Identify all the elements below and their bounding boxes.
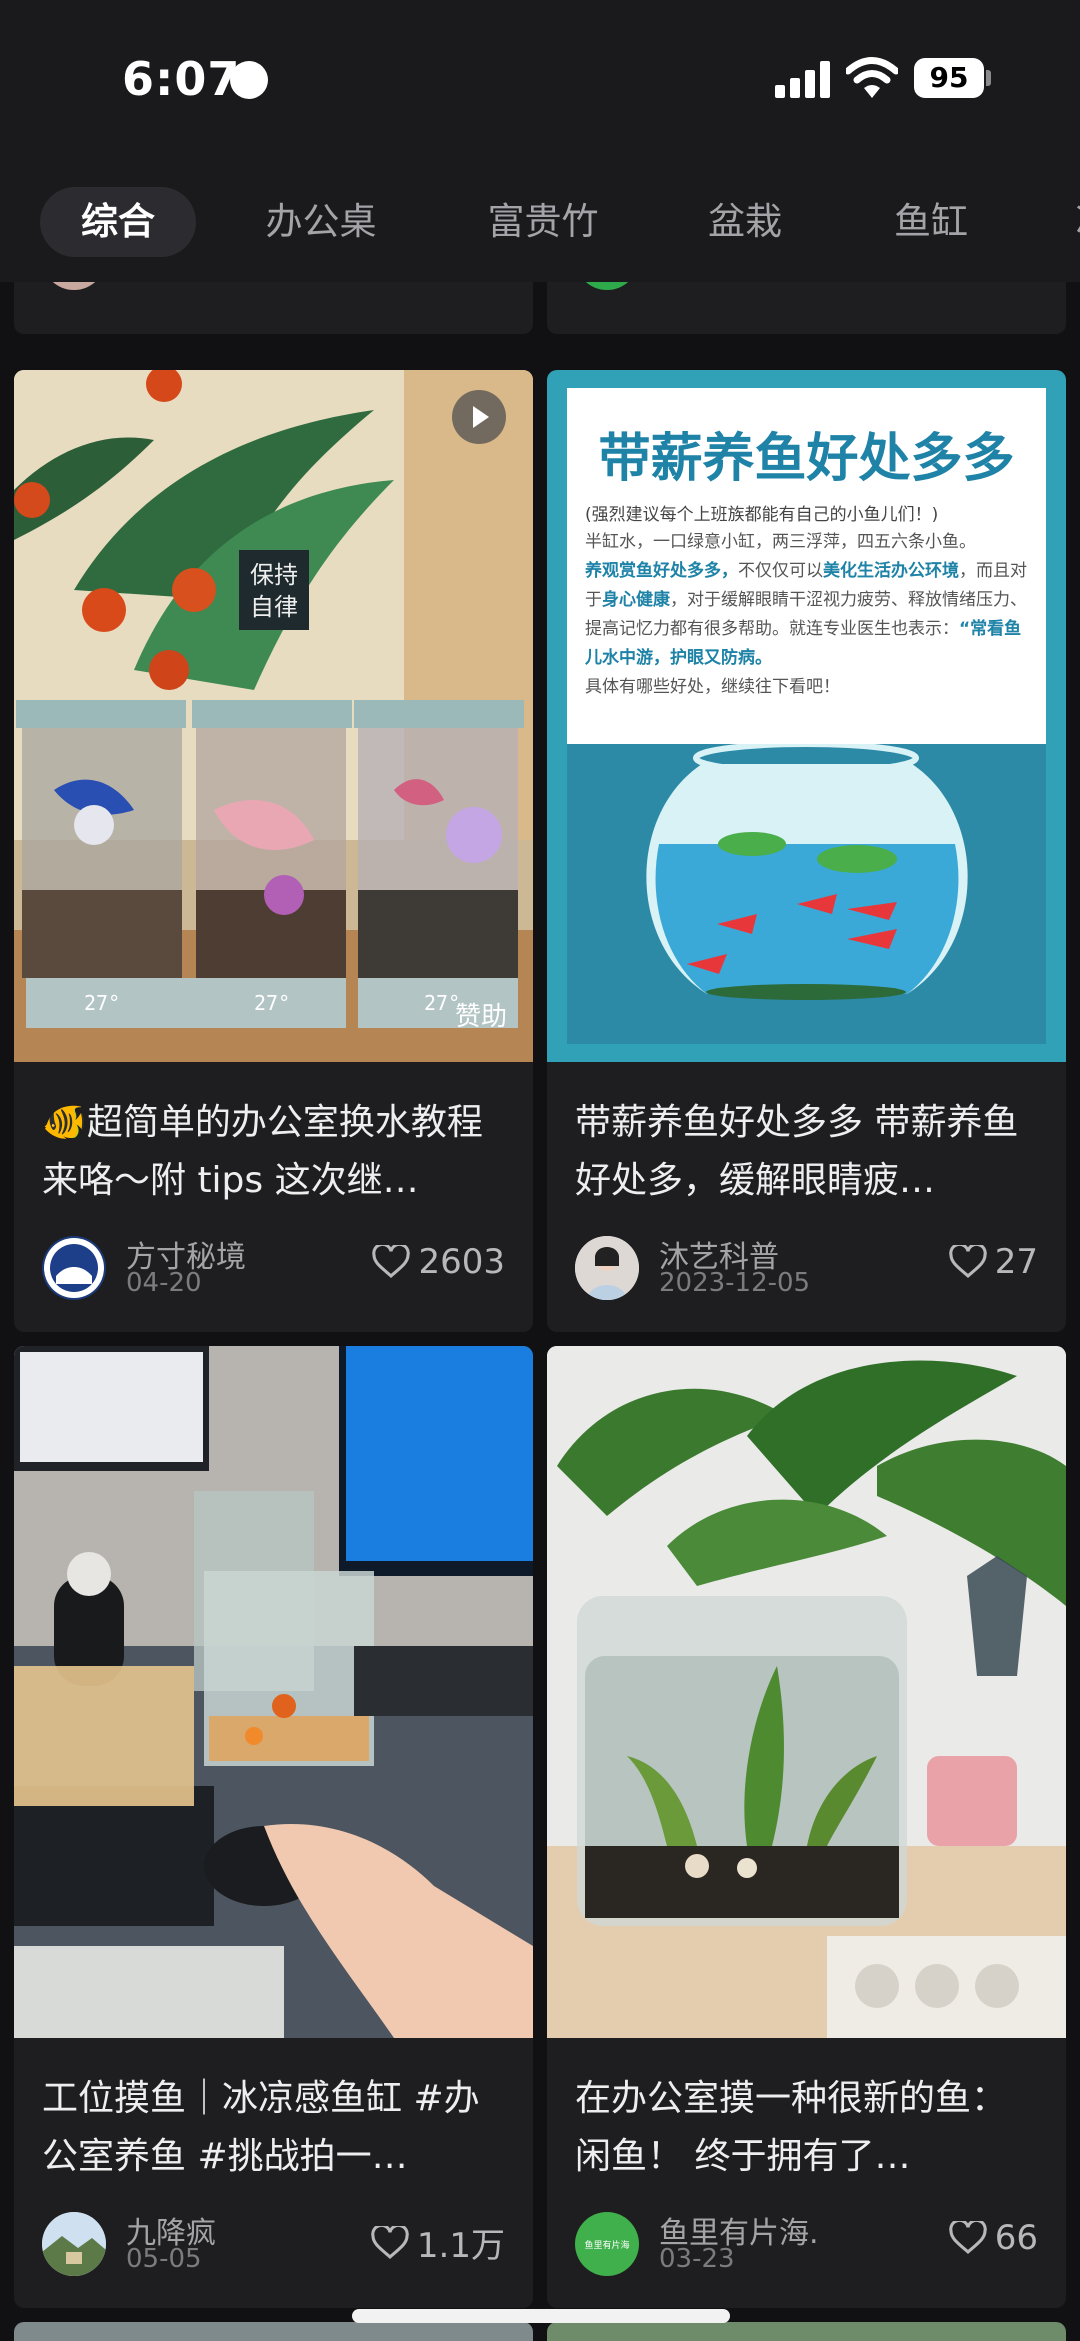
category-tab-bar: 综合 办公桌 富贵竹 盆栽 鱼缸 冰 [0, 160, 1080, 282]
note-cover-image[interactable] [547, 1346, 1066, 2038]
note-title[interactable]: 🐠超简单的办公室换水教程来咯～附 tips 这次继… [42, 1094, 505, 1210]
avatar-text: 鱼里有片海 [584, 2240, 630, 2251]
heart-icon [372, 1245, 411, 1278]
thermometer-left: 27° [84, 991, 120, 1015]
desk-fish-tank-photo [14, 1346, 533, 2038]
battery-icon: 95 [914, 58, 984, 98]
recording-dot-icon [230, 61, 268, 99]
like-count-value: 2603 [418, 1242, 505, 1282]
avatar[interactable] [42, 2212, 106, 2276]
note-card[interactable]: 在办公室摸一种很新的鱼：闲鱼！ 终于拥有了… 鱼里有片海 鱼里有片海. 03-2… [547, 1346, 1066, 2308]
tab-fish-tank[interactable]: 鱼缸 [876, 187, 986, 257]
note-card-next-left[interactable] [14, 2322, 533, 2341]
note-card[interactable]: 工位摸鱼｜冰凉感鱼缸 #办公室养鱼 #挑战拍一… 九降疯 05-05 1.1万 [14, 1346, 533, 2308]
avatar [42, 282, 106, 290]
sign-text-top: 保持 [250, 561, 298, 589]
battery-cap [986, 70, 991, 86]
note-card[interactable]: 带薪养鱼好处多多 (强烈建议每个上班族都能有自己的小鱼儿们！) 半缸水，一口绿意… [547, 370, 1066, 1332]
status-time: 6:07 [122, 52, 241, 106]
note-title[interactable]: 工位摸鱼｜冰凉感鱼缸 #办公室养鱼 #挑战拍一… [42, 2070, 505, 2186]
heart-icon [948, 2221, 987, 2254]
heart-icon [371, 2225, 409, 2259]
tab-lucky-bamboo[interactable]: 富贵竹 [468, 187, 618, 257]
sponsored-label: 赞助 [454, 1002, 507, 1032]
like-count-value: 27 [994, 1242, 1038, 1282]
video-play-icon[interactable] [452, 390, 506, 444]
note-card-partial-right[interactable]: 04-25 8110 [547, 282, 1066, 334]
note-date: 2023-12-05 [659, 1268, 811, 1298]
poster-emph-e: 身心健康 [602, 590, 670, 610]
like-count-value: 66 [994, 2218, 1038, 2258]
note-feed[interactable]: 04-14 15 04-25 8110 [0, 282, 1080, 2341]
poster-body: 半缸水，一口绿意小缸，两三浮萍，四五六条小鱼。 养观赏鱼好处多多，不仅仅可以美化… [585, 528, 1035, 702]
poster-emph-a: 养观赏鱼好处多多， [585, 561, 738, 581]
wifi-icon [846, 57, 898, 98]
fishbowl-illustration [567, 744, 1046, 1044]
tab-comprehensive[interactable]: 综合 [40, 187, 196, 257]
note-card-partial-left[interactable]: 04-14 15 [14, 282, 533, 334]
heart-icon [948, 1245, 987, 1278]
note-date: 04-20 [126, 1268, 202, 1298]
poster-paragraph: 养观赏鱼好处多多，不仅仅可以美化生活办公环境，而且对于身心健康，对于缓解眼睛干涩… [585, 557, 1035, 673]
poster-subhead: (强烈建议每个上班族都能有自己的小鱼儿们！) [585, 505, 939, 525]
note-card-next-right[interactable] [547, 2322, 1066, 2341]
avatar[interactable] [42, 1236, 106, 1300]
tank-left [16, 700, 196, 1028]
fish-tanks-photo: 保持 自律 27° 27° 27° [14, 370, 533, 1062]
home-indicator[interactable] [352, 2309, 730, 2323]
cellular-signal-icon [775, 60, 831, 98]
status-bar: 6:07 95 [0, 0, 1080, 160]
glass-tank-plant-photo [547, 1346, 1066, 2038]
thermometer-middle: 27° [254, 991, 290, 1015]
note-card[interactable]: 保持 自律 27° 27° 27° 赞助 🐠超简单的办公室换水教程来咯～附 ti… [14, 370, 533, 1332]
note-date: 03-23 [659, 2244, 735, 2274]
poster-line-1: 半缸水，一口绿意小缸，两三浮萍，四五六条小鱼。 [585, 532, 976, 552]
tank-middle [192, 700, 352, 1028]
like-count-value: 1.1万 [416, 2226, 505, 2266]
like-count[interactable]: 2603 [372, 1242, 505, 1282]
note-cover-image[interactable]: 带薪养鱼好处多多 (强烈建议每个上班族都能有自己的小鱼儿们！) 半缸水，一口绿意… [547, 370, 1066, 1062]
like-count[interactable]: 66 [948, 2218, 1038, 2258]
poster-panel: 带薪养鱼好处多多 (强烈建议每个上班族都能有自己的小鱼儿们！) 半缸水，一口绿意… [567, 388, 1046, 1044]
tab-potted-plant[interactable]: 盆栽 [690, 187, 800, 257]
sign-text-bottom: 自律 [250, 593, 298, 621]
tank-right [354, 700, 524, 1028]
poster-line-last: 具体有哪些好处，继续往下看吧！ [585, 677, 840, 697]
poster-headline: 带薪养鱼好处多多 [598, 429, 1015, 489]
tab-office-desk[interactable]: 办公桌 [246, 187, 396, 257]
note-cover-image[interactable]: 保持 自律 27° 27° 27° 赞助 [14, 370, 533, 1062]
like-count[interactable]: 1.1万 [371, 2218, 505, 2267]
avatar[interactable]: 鱼里有片海 [575, 2212, 639, 2276]
note-title[interactable]: 在办公室摸一种很新的鱼：闲鱼！ 终于拥有了… [575, 2070, 1038, 2186]
avatar[interactable] [575, 1236, 639, 1300]
poster-text-b: 不仅仅可以 [738, 561, 823, 581]
tab-more[interactable]: 冰 [1064, 187, 1080, 257]
note-cover-image[interactable] [14, 1346, 533, 2038]
poster-emph-c: 美化生活办公环境 [823, 561, 959, 581]
note-title[interactable]: 带薪养鱼好处多多 带薪养鱼好处多，缓解眼睛疲… [575, 1094, 1038, 1210]
like-count[interactable]: 27 [948, 1242, 1038, 1282]
note-date: 05-05 [126, 2244, 202, 2274]
avatar [575, 282, 639, 290]
